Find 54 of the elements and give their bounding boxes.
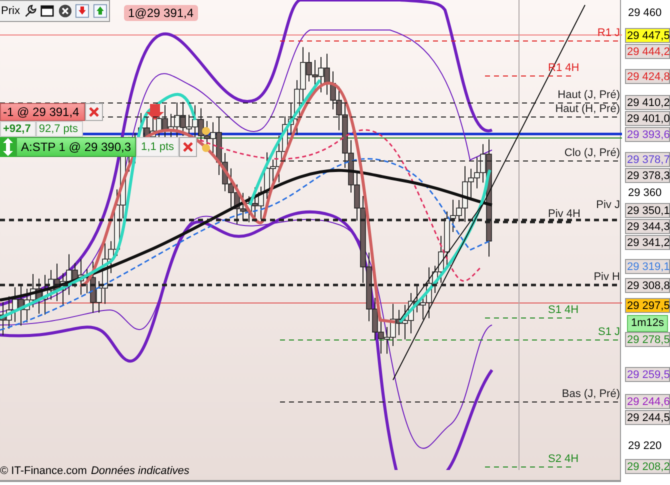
countdown-badge: 1m12s (627, 315, 668, 332)
price-tag: 29 244,6 (625, 394, 670, 409)
level-label: Piv 4H (548, 207, 580, 221)
price-tag: 29 208,2 (625, 459, 670, 474)
price-tag: 29 341,2 (625, 235, 670, 250)
profit-points: 92,7 pts (36, 121, 83, 137)
wrench-icon[interactable] (22, 3, 38, 19)
level-label: Clo (J, Pré) (564, 146, 620, 160)
level-label: Piv H (594, 270, 620, 284)
level-label: Piv J (596, 198, 620, 212)
price-tag: 29 350,1 (625, 203, 670, 218)
level-label: S1 J (598, 325, 620, 339)
price-tag: 29 393,6 (625, 127, 670, 142)
close-icon[interactable] (58, 3, 72, 19)
level-label: Bas (J, Pré) (562, 387, 620, 401)
down-arrow-icon (146, 104, 164, 120)
close-icon (89, 107, 100, 117)
close-button[interactable] (179, 137, 198, 157)
order-badge: 1@29 391,4 (124, 5, 198, 21)
axis-tick-label: 29 220 (628, 438, 662, 453)
price-tag: 29 444,2 (625, 44, 670, 59)
stop-order-label: A:STP 1 @ 29 390,3 (16, 137, 136, 157)
axis-tick-label: 29 360 (628, 186, 662, 200)
price-tag: 29 244,5 (625, 410, 670, 425)
price-tag: 29 447,5 (625, 28, 670, 43)
level-label: Haut (H, Pré) (555, 102, 620, 116)
position-label: -1 @ 29 391,4 (0, 103, 86, 121)
disclaimer-text: Données indicatives (90, 465, 190, 477)
level-label: S2 4H (548, 452, 579, 466)
price-tag: 29 308,8 (625, 278, 670, 293)
close-button[interactable] (85, 103, 104, 121)
price-tag: 29 259,5 (625, 366, 670, 382)
price-tag: 29 410,2 (625, 94, 670, 110)
window-icon[interactable] (40, 3, 55, 19)
price-tag: 29 344,3 (625, 219, 670, 234)
close-icon (183, 142, 194, 152)
copyright-text: © IT-Finance.com (0, 465, 87, 477)
price-tag: 29 297,5 (625, 298, 670, 314)
toolbar-label: Prix (0, 5, 20, 17)
level-label: R1 J (597, 26, 620, 40)
price-tag: 29 401,0 (625, 111, 670, 126)
order-marker (202, 127, 210, 135)
price-tag: 29 378,7 (625, 152, 670, 167)
level-label: Haut (J, Pré) (558, 88, 620, 102)
profit-value: +92,7 (0, 121, 36, 137)
up-down-arrow-icon[interactable] (0, 137, 16, 157)
stop-distance: 1,1 pts (136, 137, 180, 157)
order-marker (202, 144, 210, 152)
price-tag: 29 378,3 (625, 168, 670, 183)
price-tag: 29 278,5 (625, 332, 670, 348)
price-tag: 29 319,1 (625, 259, 670, 274)
level-label: S1 4H (548, 303, 579, 317)
axis-tick-label: 29 460 (628, 6, 662, 20)
price-tag: 29 424,8 (625, 68, 670, 84)
